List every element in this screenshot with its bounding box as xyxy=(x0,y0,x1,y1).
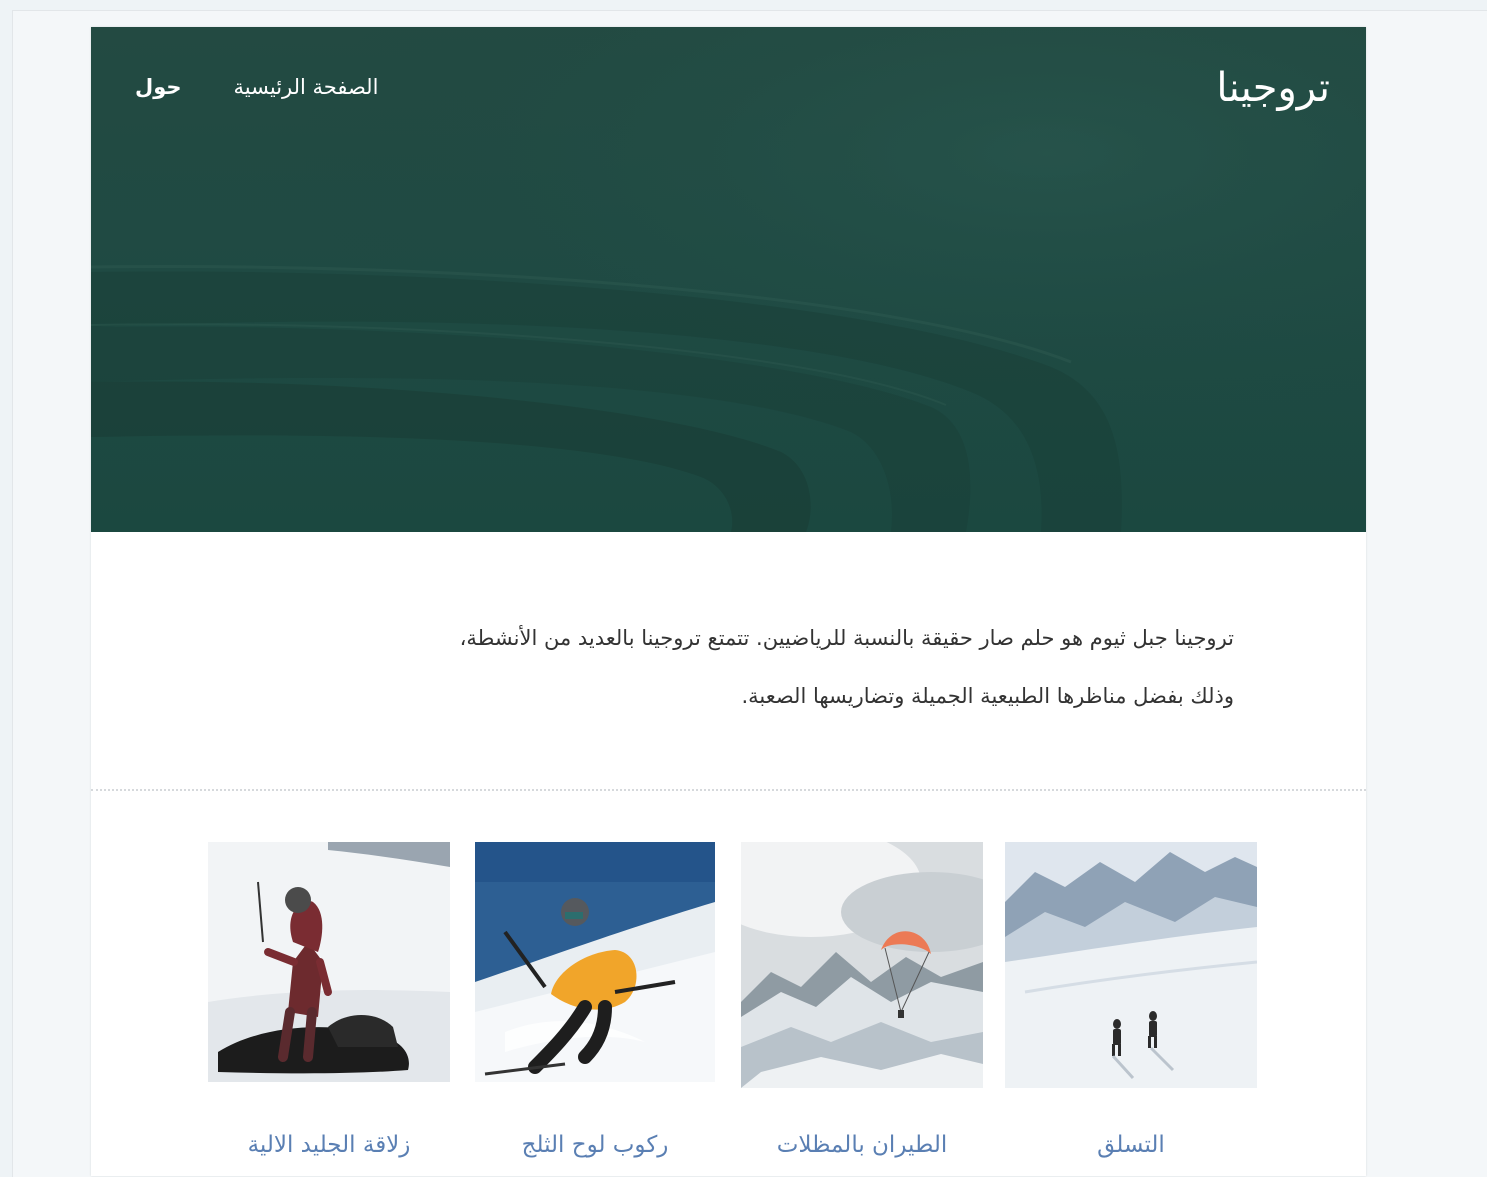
nav-link-home[interactable]: الصفحة الرئيسية xyxy=(234,75,379,99)
mountain-climbers-photo[interactable] xyxy=(1005,842,1257,1088)
snowmobile-photo[interactable] xyxy=(208,842,450,1082)
activity-label-paragliding[interactable]: الطيران بالمظلات xyxy=(741,1132,983,1158)
intro-line-2: وذلك بفضل مناظرها الطبيعية الجميلة وتضار… xyxy=(741,684,1234,708)
paraglider-photo[interactable] xyxy=(741,842,983,1088)
activity-tile-climbing[interactable]: التسلق xyxy=(1005,842,1257,1158)
main-nav: حول الصفحة الرئيسية xyxy=(135,75,378,99)
hero-banner: تروجينا حول الصفحة الرئيسية xyxy=(91,27,1366,532)
intro-line-1: تروجينا جبل ثيوم هو حلم صار حقيقة بالنسب… xyxy=(459,626,1234,650)
activity-label-snowmobile[interactable]: زلاقة الجليد الالية xyxy=(208,1132,450,1158)
nav-link-about[interactable]: حول xyxy=(135,75,182,99)
skier-photo[interactable] xyxy=(475,842,715,1082)
activity-label-climbing[interactable]: التسلق xyxy=(1005,1132,1257,1158)
hero-background xyxy=(91,27,1366,532)
section-divider xyxy=(91,789,1366,791)
site-title: تروجينا xyxy=(1216,65,1330,111)
page-card: تروجينا حول الصفحة الرئيسية تروجينا جبل … xyxy=(91,27,1366,1176)
activity-tile-snowboarding[interactable]: ركوب لوح الثلج xyxy=(475,842,715,1158)
intro-paragraph: تروجينا جبل ثيوم هو حلم صار حقيقة بالنسب… xyxy=(194,609,1234,725)
activity-tile-snowmobile[interactable]: زلاقة الجليد الالية xyxy=(208,842,450,1158)
activity-label-snowboarding[interactable]: ركوب لوح الثلج xyxy=(475,1132,715,1158)
activity-tile-paragliding[interactable]: الطيران بالمظلات xyxy=(741,842,983,1158)
